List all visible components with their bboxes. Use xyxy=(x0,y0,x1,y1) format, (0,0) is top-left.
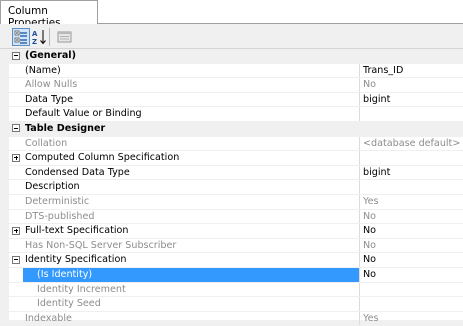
property-value[interactable]: No xyxy=(363,79,376,90)
property-row-deterministic[interactable]: Deterministic Yes xyxy=(0,194,463,210)
toolbar-separator xyxy=(49,28,50,46)
property-row-description[interactable]: Description xyxy=(0,180,463,195)
svg-text:Z: Z xyxy=(32,38,37,46)
tab-strip: Column Properties xyxy=(0,0,463,29)
property-label: Data Type xyxy=(25,93,73,105)
property-row-collation[interactable]: Collation <database default> xyxy=(0,136,463,152)
property-label: Identity Seed xyxy=(37,298,101,310)
property-row-non-sql-subscriber[interactable]: Has Non-SQL Server Subscriber No xyxy=(0,238,463,254)
property-label: (Name) xyxy=(25,64,61,76)
property-value[interactable]: Trans_ID xyxy=(363,65,403,76)
category-label: (General) xyxy=(25,50,76,61)
property-label: Allow Nulls xyxy=(25,79,78,91)
property-value[interactable]: Yes xyxy=(363,313,379,324)
property-row-full-text[interactable]: Full-text Specification No xyxy=(0,224,463,239)
expand-icon[interactable] xyxy=(12,153,20,162)
property-pages-icon xyxy=(57,31,72,43)
property-label: Default Value or Binding xyxy=(25,108,142,120)
property-label: Identity Specification xyxy=(25,254,127,266)
category-table-designer[interactable]: Table Designer xyxy=(0,121,463,137)
expand-icon[interactable] xyxy=(12,226,20,235)
property-row-identity-seed[interactable]: Identity Seed xyxy=(0,297,463,312)
property-pages-button[interactable] xyxy=(56,28,74,46)
property-row-identity-specification[interactable]: Identity Specification No xyxy=(0,253,463,268)
property-label: Collation xyxy=(25,137,68,149)
property-grid[interactable]: (General) (Name) Trans_ID Allow Nulls No… xyxy=(0,49,463,326)
property-row-default-value[interactable]: Default Value or Binding xyxy=(0,107,463,122)
property-row-indexable[interactable]: Indexable Yes xyxy=(0,311,463,326)
property-value[interactable]: No xyxy=(363,240,376,251)
tab-column-properties[interactable]: Column Properties xyxy=(0,0,98,29)
svg-text:A: A xyxy=(32,30,38,38)
property-value[interactable]: bigint xyxy=(363,167,390,178)
property-label: Full-text Specification xyxy=(25,225,129,237)
property-value[interactable]: Yes xyxy=(363,196,379,207)
categorized-icon xyxy=(14,30,27,44)
collapse-icon[interactable] xyxy=(12,51,20,60)
property-row-name[interactable]: (Name) Trans_ID xyxy=(0,63,463,79)
property-row-computed-column[interactable]: Computed Column Specification xyxy=(0,151,463,166)
sort-az-icon: A Z xyxy=(32,30,46,46)
toolbar: A Z xyxy=(0,24,463,49)
property-label: Deterministic xyxy=(25,195,90,207)
property-row-identity-increment[interactable]: Identity Increment xyxy=(0,282,463,298)
property-value[interactable]: bigint xyxy=(363,94,390,105)
property-row-is-identity[interactable]: (Is Identity) No xyxy=(0,267,463,283)
property-label: Description xyxy=(25,181,80,193)
property-label: Identity Increment xyxy=(37,283,126,295)
alphabetical-sort-button[interactable]: A Z xyxy=(31,28,49,46)
property-row-allow-nulls[interactable]: Allow Nulls No xyxy=(0,78,463,93)
property-value[interactable]: No xyxy=(363,269,376,280)
category-general[interactable]: (General) xyxy=(0,49,463,64)
property-row-data-type[interactable]: Data Type bigint xyxy=(0,92,463,108)
collapse-icon[interactable] xyxy=(12,255,20,264)
property-value[interactable]: <database default> xyxy=(363,138,460,149)
property-row-dts-published[interactable]: DTS-published No xyxy=(0,209,463,225)
property-label: DTS-published xyxy=(25,210,95,222)
property-label: Has Non-SQL Server Subscriber xyxy=(25,239,177,251)
category-label: Table Designer xyxy=(25,122,106,134)
property-value[interactable]: No xyxy=(363,225,376,236)
property-label: Condensed Data Type xyxy=(25,166,130,178)
collapse-icon[interactable] xyxy=(12,124,20,133)
property-row-condensed-data-type[interactable]: Condensed Data Type bigint xyxy=(0,165,463,181)
property-value[interactable]: No xyxy=(363,254,376,265)
property-label: (Is Identity) xyxy=(37,268,93,280)
property-label: Computed Column Specification xyxy=(25,152,180,164)
property-value[interactable]: No xyxy=(363,211,376,222)
categorized-view-button[interactable] xyxy=(12,28,30,46)
property-label: Indexable xyxy=(25,312,72,324)
